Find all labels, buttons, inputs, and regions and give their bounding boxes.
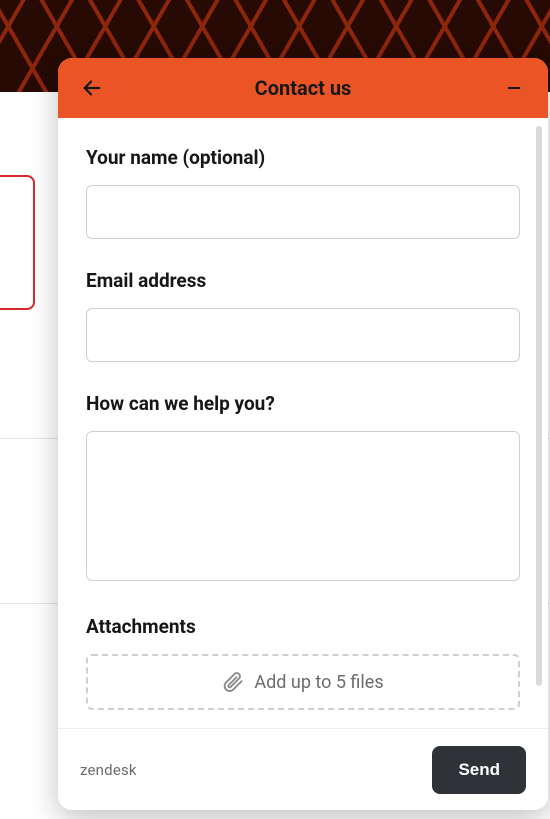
attachments-dropzone[interactable]: Add up to 5 files	[86, 654, 520, 710]
paperclip-icon	[222, 671, 244, 693]
help-textarea[interactable]	[86, 431, 520, 581]
attachments-label: Attachments	[86, 615, 520, 638]
widget-header: Contact us	[58, 58, 548, 118]
widget-title: Contact us	[108, 76, 498, 100]
widget-footer: zendesk Send	[58, 728, 548, 810]
attachments-hint: Add up to 5 files	[254, 672, 383, 693]
scrollbar[interactable]	[536, 126, 542, 686]
email-label: Email address	[86, 269, 520, 292]
minimize-button[interactable]	[498, 72, 530, 104]
widget-body: Your name (optional) Email address How c…	[58, 118, 548, 728]
form-scroll-area[interactable]: Your name (optional) Email address How c…	[58, 118, 548, 728]
contact-widget: Contact us Your name (optional) Email ad…	[58, 58, 548, 810]
page-card-outline	[0, 175, 35, 310]
name-input[interactable]	[86, 185, 520, 239]
back-button[interactable]	[76, 72, 108, 104]
name-label: Your name (optional)	[86, 146, 520, 169]
email-input[interactable]	[86, 308, 520, 362]
arrow-left-icon	[81, 77, 103, 99]
brand-label: zendesk	[80, 761, 137, 779]
send-button[interactable]: Send	[432, 746, 526, 794]
help-label: How can we help you?	[86, 392, 520, 415]
minus-icon	[505, 79, 523, 97]
